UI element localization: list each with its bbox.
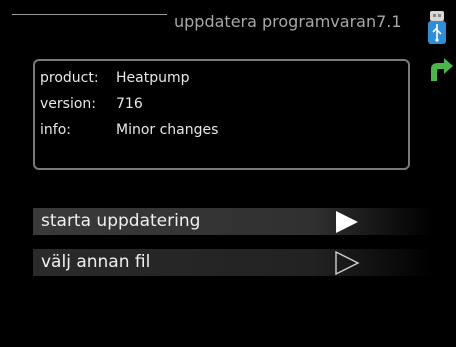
title-divider <box>12 14 167 15</box>
menu-item-label: starta uppdatering <box>41 211 201 231</box>
update-info-box: product: Heatpump version: 716 info: Minor … <box>33 59 410 170</box>
info-label: info: <box>40 122 71 138</box>
usb-icon[interactable] <box>426 10 448 46</box>
info-value: 716 <box>116 96 143 112</box>
info-value: Heatpump <box>116 70 190 86</box>
page-title: uppdatera programvaran7.1 <box>174 12 402 31</box>
play-outline-icon <box>335 251 360 275</box>
info-label: version: <box>40 96 96 112</box>
info-label: product: <box>40 70 99 86</box>
info-row-version: version: 716 <box>40 96 143 112</box>
menu-item-label: välj annan fil <box>41 252 151 272</box>
play-filled-icon <box>336 211 358 233</box>
menu-item-choose-file[interactable]: välj annan fil <box>33 249 433 276</box>
back-arrow-icon[interactable] <box>428 57 454 83</box>
info-row-info: info: Minor changes <box>40 122 218 138</box>
menu-item-start-update[interactable]: starta uppdatering <box>33 208 433 235</box>
info-row-product: product: Heatpump <box>40 70 190 86</box>
info-value: Minor changes <box>116 122 219 138</box>
